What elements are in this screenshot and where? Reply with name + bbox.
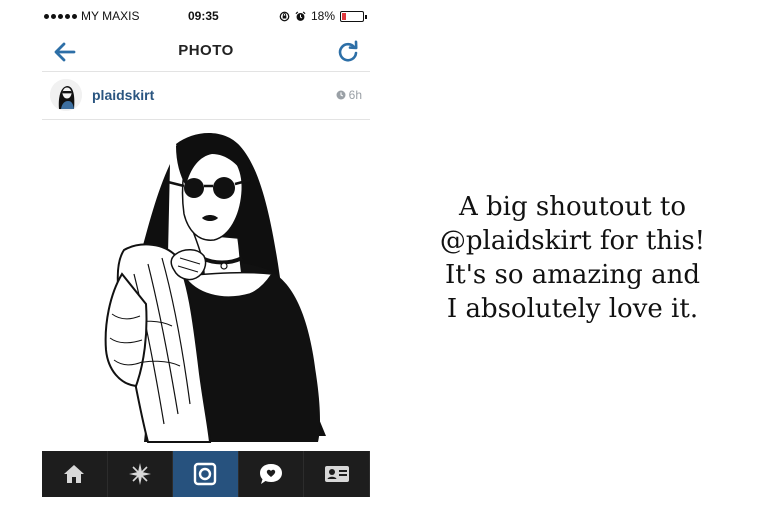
post-header: plaidskirt 6h <box>42 72 370 120</box>
post-illustration <box>104 133 326 443</box>
clock-icon <box>336 90 346 100</box>
signal-dots-icon <box>44 13 77 19</box>
avatar[interactable] <box>50 79 82 111</box>
page-title: PHOTO <box>178 42 234 59</box>
carrier-name: MY MAXIS <box>81 9 140 23</box>
nav-bar: PHOTO <box>42 34 370 72</box>
phone-screen: MY MAXIS 09:35 18% PHOTO plaidskirt 6h <box>42 0 370 506</box>
explore-icon <box>128 463 151 485</box>
post-username[interactable]: plaidskirt <box>92 87 154 103</box>
tab-bar <box>42 451 370 497</box>
caption-line: @plaidskirt for this! <box>439 226 706 256</box>
status-bar: MY MAXIS 09:35 18% <box>42 0 370 34</box>
post-age-text: 6h <box>348 88 362 102</box>
camera-icon <box>194 462 217 486</box>
carrier-signal: MY MAXIS <box>44 9 139 23</box>
tab-explore[interactable] <box>108 451 174 497</box>
status-right-group: 18% <box>279 9 367 23</box>
alarm-icon <box>295 10 306 21</box>
battery-icon <box>340 10 367 22</box>
post-age: 6h <box>336 88 362 102</box>
tab-profile[interactable] <box>304 451 370 497</box>
refresh-icon[interactable] <box>334 38 362 66</box>
status-time: 09:35 <box>188 9 219 23</box>
home-icon <box>64 465 85 483</box>
tab-home[interactable] <box>42 451 108 497</box>
profile-icon <box>324 466 349 482</box>
caption-text: A big shoutout to @plaidskirt for this! … <box>395 190 750 326</box>
caption-line: A big shoutout to <box>458 192 687 222</box>
tab-camera[interactable] <box>173 451 239 497</box>
battery-percent: 18% <box>310 9 335 23</box>
caption-line: I absolutely love it. <box>446 294 699 324</box>
activity-icon <box>260 464 283 484</box>
caption-line: It's so amazing and <box>445 260 700 290</box>
tab-activity[interactable] <box>239 451 305 497</box>
rotation-lock-icon <box>279 11 290 21</box>
